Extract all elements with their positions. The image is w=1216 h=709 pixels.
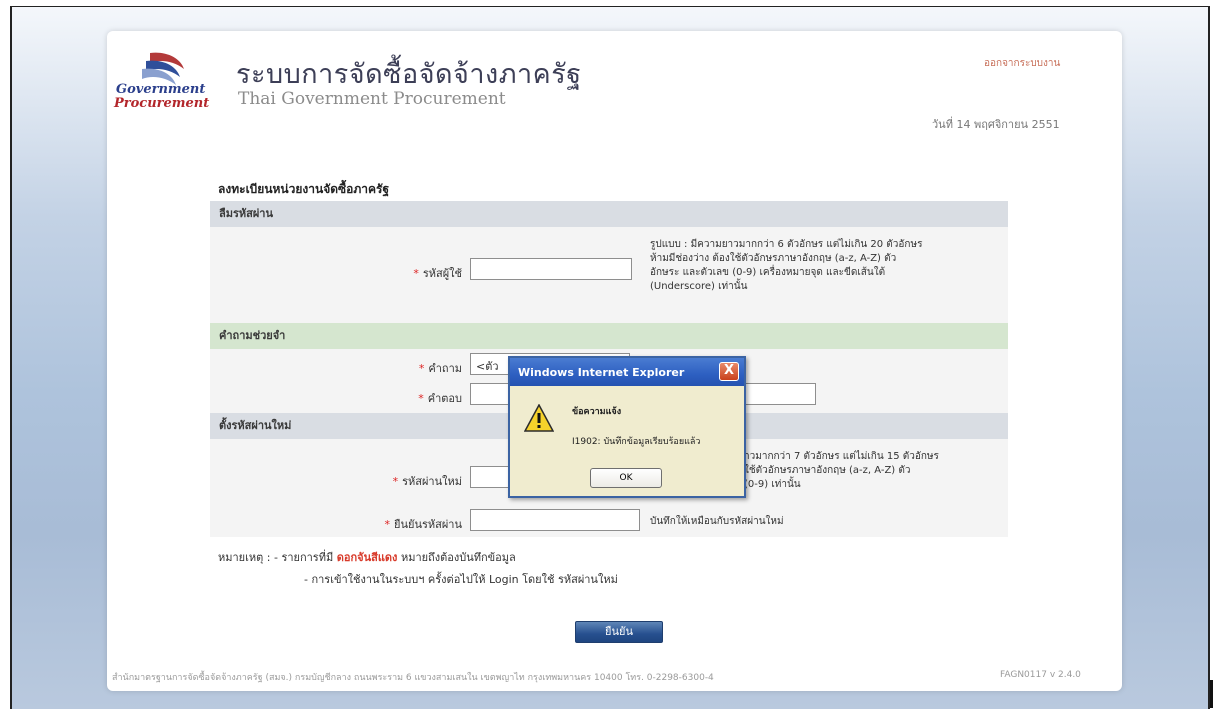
new-password-label: * รหัสผ่านใหม่ [340, 472, 462, 490]
dialog-title: Windows Internet Explorer [518, 366, 685, 379]
answer-label-text: คำตอบ [427, 392, 462, 405]
question-label: * คำถาม [340, 359, 462, 377]
new-password-hint-line: (0-9) เท่านั้น [744, 479, 801, 490]
required-mark: * [418, 392, 424, 405]
footer-address: สำนักมาตรฐานการจัดซื้อจัดจ้างภาครัฐ (สมจ… [112, 673, 714, 683]
username-input[interactable] [470, 258, 632, 280]
required-mark: * [418, 362, 425, 375]
new-password-hint-line: ใช้ตัวอักษรภาษาอังกฤษ (a-z, A-Z) ตัว [744, 465, 911, 476]
current-date: วันที่ 14 พฤศจิกายน 2551 [932, 118, 1060, 131]
note-prefix: หมายเหตุ : - รายการที่มี [218, 551, 334, 564]
submit-button[interactable]: ยืนยัน [575, 621, 663, 643]
scrollbar-edge [1210, 680, 1213, 708]
required-mark: * [392, 475, 399, 488]
confirm-password-label-text: ยืนยันรหัสผ่าน [394, 518, 462, 531]
confirm-password-hint: บันทึกให้เหมือนกับรหัสผ่านใหม่ [650, 516, 784, 527]
username-label: * รหัสผู้ใช้ [340, 264, 462, 282]
required-mark: * [384, 518, 391, 531]
required-mark: * [413, 267, 419, 280]
new-password-hint: าวมากกว่า 7 ตัวอักษร แต่ไม่เกิน 15 ตัวอั… [744, 450, 1014, 492]
new-password-hint-line: าวมากกว่า 7 ตัวอักษร แต่ไม่เกิน 15 ตัวอั… [744, 451, 939, 462]
dialog-heading: ข้อความแจ้ง [572, 407, 622, 417]
dialog-close-button[interactable]: X [719, 362, 739, 381]
answer-label: * คำตอบ [340, 389, 462, 407]
footer-version: FAGN0117 v 2.4.0 [1000, 670, 1081, 680]
dialog-ok-button[interactable]: OK [590, 468, 662, 488]
section-forgot-password: ลืมรหัสผ่าน [210, 201, 1008, 227]
site-title-english: Thai Government Procurement [238, 89, 506, 109]
username-hint-line: อักษระ และตัวเลข (0-9) เครื่องหมายจุด แล… [650, 267, 886, 278]
username-hint-line: ห้ามมีช่องว่าง ต้องใช้ตัวอักษรภาษาอังกฤษ… [650, 253, 897, 264]
confirm-password-input[interactable] [470, 509, 640, 531]
dialog-titlebar[interactable]: Windows Internet Explorer X [510, 358, 744, 386]
section-security-question: คำถามช่วยจำ [210, 323, 1008, 349]
question-label-text: คำถาม [428, 362, 462, 375]
logo-line2: Procurement [113, 96, 209, 111]
government-procurement-logo: Government Procurement [113, 52, 209, 111]
username-hint-line: (Underscore) เท่านั้น [650, 281, 748, 292]
form-title: ลงทะเบียนหน่วยงานจัดซื้อภาครัฐ [218, 182, 390, 196]
new-password-label-text: รหัสผ่านใหม่ [402, 475, 462, 488]
confirm-password-label: * ยืนยันรหัสผ่าน [300, 515, 462, 533]
alert-dialog: Windows Internet Explorer X ข้อความแจ้ง … [508, 356, 746, 498]
warning-icon [524, 404, 554, 432]
username-label-text: รหัสผู้ใช้ [422, 267, 462, 280]
note-required: หมายเหตุ : - รายการที่มี ดอกจันสีแดง หมา… [218, 548, 516, 566]
note-login: - การเข้าใช้งานในระบบฯ ครั้งต่อไปให้ Log… [304, 573, 618, 586]
note-suffix: หมายถึงต้องบันทึกข้อมูล [400, 551, 516, 564]
username-hint-line: รูปแบบ : มีความยาวมากกว่า 6 ตัวอักษร แต่… [650, 239, 923, 250]
logo-line1: Government [116, 82, 205, 97]
username-hint: รูปแบบ : มีความยาวมากกว่า 6 ตัวอักษร แต่… [650, 238, 1010, 294]
dialog-message: I1902: บันทึกข้อมูลเรียบร้อยแล้ว [572, 437, 701, 447]
logout-link[interactable]: ออกจากระบบงาน [984, 56, 1060, 71]
note-red-asterisk: ดอกจันสีแดง [336, 551, 398, 564]
